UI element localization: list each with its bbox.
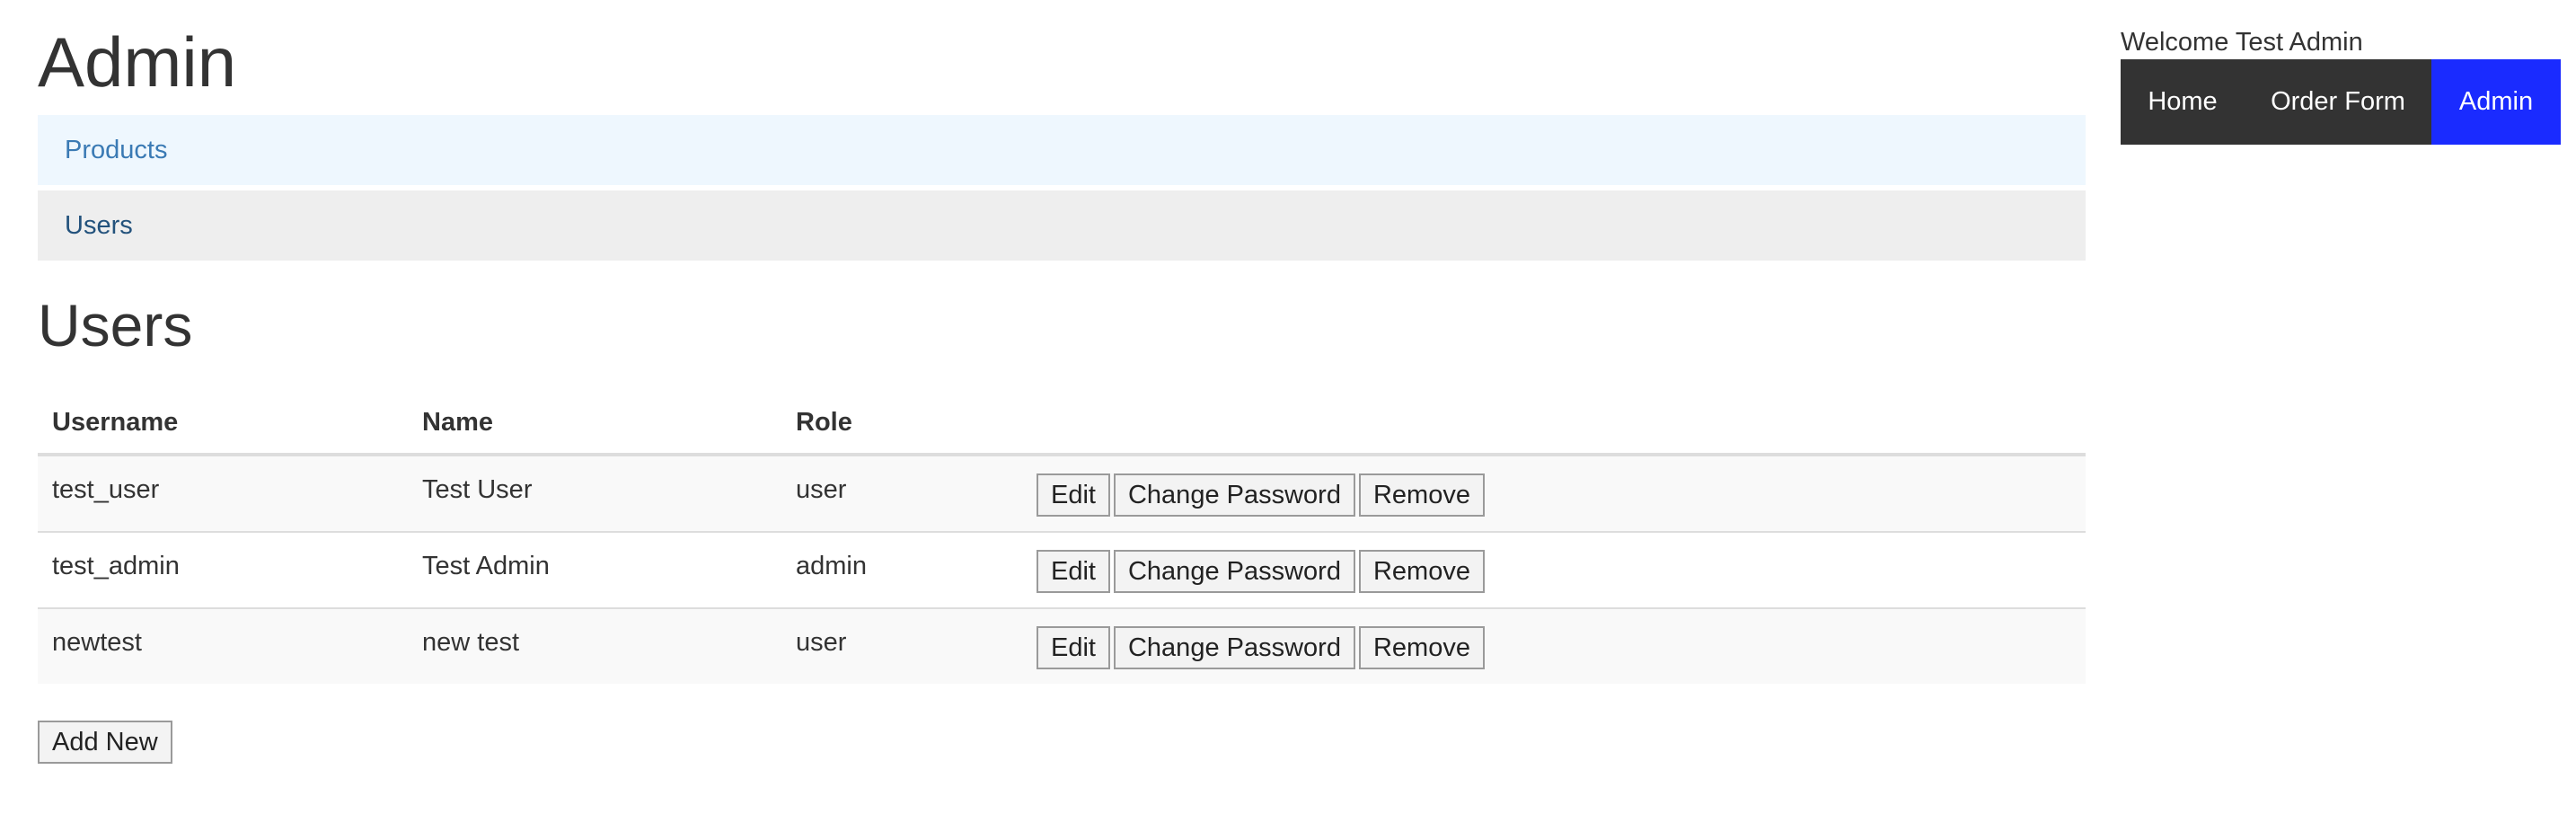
cell-name: new test xyxy=(408,607,781,684)
nav-item-admin[interactable]: Admin xyxy=(2431,59,2561,145)
role-text: admin xyxy=(796,552,867,580)
remove-button[interactable]: Remove xyxy=(1358,473,1485,517)
name-text: new test xyxy=(422,628,519,657)
cell-name: Test User xyxy=(408,455,781,532)
edit-button[interactable]: Edit xyxy=(1037,625,1110,669)
table-row: test_user Test User user Edit Change Pass… xyxy=(38,455,2086,532)
add-new-button[interactable]: Add New xyxy=(38,721,172,764)
cell-name: Test Admin xyxy=(408,531,781,608)
remove-button[interactable]: Remove xyxy=(1358,625,1485,669)
table-row: test_admin Test Admin admin Edit Change P… xyxy=(38,531,2086,608)
table-header-row: Username Name Role xyxy=(38,392,2086,456)
main-nav: Home Order Form Admin xyxy=(2121,59,2561,145)
edit-button[interactable]: Edit xyxy=(1037,473,1110,517)
cell-role: admin xyxy=(781,531,1026,608)
nav-item-order-form[interactable]: Order Form xyxy=(2245,59,2431,145)
role-text: user xyxy=(796,628,847,657)
name-text: Test User xyxy=(422,475,533,504)
username-text: test_user xyxy=(52,475,160,504)
remove-button[interactable]: Remove xyxy=(1358,549,1485,593)
main-content: Admin Products Users Users Username Name… xyxy=(38,0,2086,764)
role-text: user xyxy=(796,475,847,504)
column-header-username: Username xyxy=(38,392,408,456)
column-header-role: Role xyxy=(781,392,1026,456)
cell-actions: Edit Change Password Remove xyxy=(1026,607,2086,684)
table-row: newtest new test user Edit Change Passwor… xyxy=(38,607,2086,684)
admin-subnav: Products Users xyxy=(38,115,2086,261)
welcome-message: Welcome Test Admin xyxy=(2121,28,2363,57)
users-table: Username Name Role test_user Test User u… xyxy=(38,392,2086,684)
cell-role: user xyxy=(781,455,1026,532)
subnav-item-users[interactable]: Users xyxy=(38,190,2086,261)
add-new-container: Add New xyxy=(38,720,2086,764)
change-password-button[interactable]: Change Password xyxy=(1113,625,1355,669)
column-header-name: Name xyxy=(408,392,781,456)
cell-username: newtest xyxy=(38,607,408,684)
edit-button[interactable]: Edit xyxy=(1037,549,1110,593)
nav-item-home[interactable]: Home xyxy=(2121,59,2245,145)
cell-actions: Edit Change Password Remove xyxy=(1026,531,2086,608)
cell-username: test_admin xyxy=(38,531,408,608)
header-sidebar: Welcome Test Admin Home Order Form Admin xyxy=(2121,0,2561,145)
page-title: Admin xyxy=(38,22,237,102)
cell-role: user xyxy=(781,607,1026,684)
username-text: test_admin xyxy=(52,552,180,580)
username-text: newtest xyxy=(52,628,142,657)
subnav-item-products[interactable]: Products xyxy=(38,115,2086,185)
change-password-button[interactable]: Change Password xyxy=(1113,473,1355,517)
section-title: Users xyxy=(38,292,193,358)
change-password-button[interactable]: Change Password xyxy=(1113,549,1355,593)
name-text: Test Admin xyxy=(422,552,550,580)
cell-actions: Edit Change Password Remove xyxy=(1026,455,2086,532)
cell-username: test_user xyxy=(38,455,408,532)
column-header-actions xyxy=(1026,392,2086,456)
